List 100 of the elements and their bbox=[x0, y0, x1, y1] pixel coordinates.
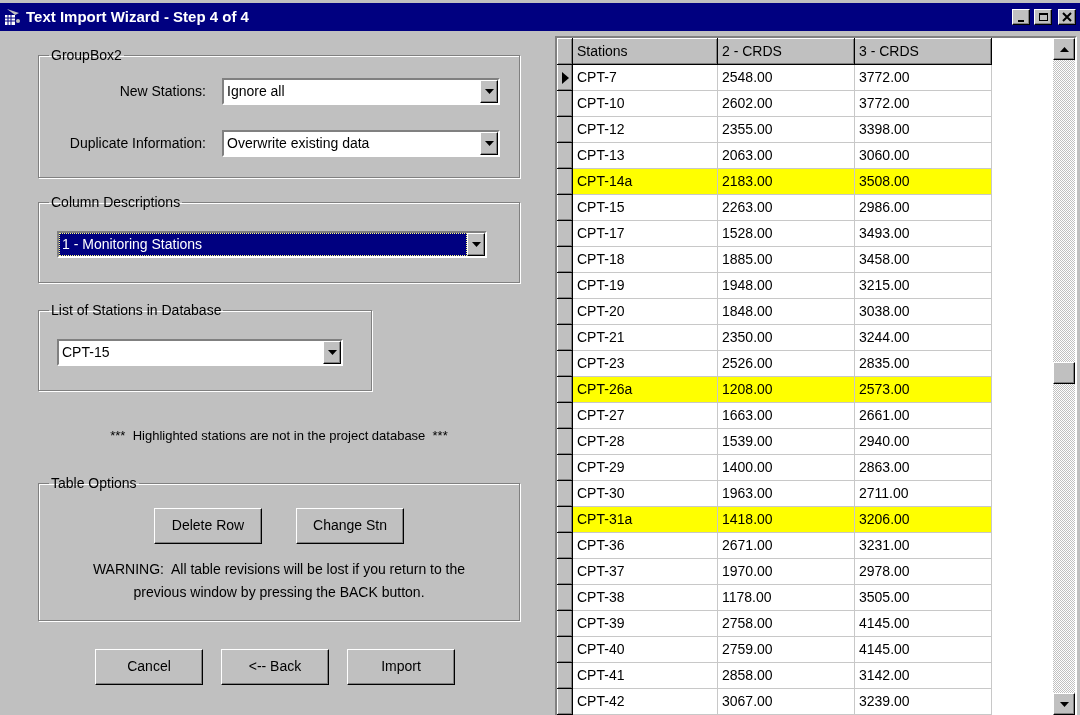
table-cell: 2711.00 bbox=[854, 480, 992, 507]
row-selector[interactable] bbox=[557, 194, 573, 221]
table-cell: 2063.00 bbox=[717, 142, 855, 169]
row-selector[interactable] bbox=[557, 350, 573, 377]
group-title: Column Descriptions bbox=[50, 193, 182, 212]
table-cell: CPT-10 bbox=[572, 90, 718, 117]
row-selector[interactable] bbox=[557, 142, 573, 169]
minimize-icon bbox=[1018, 19, 1024, 22]
field-label: New Stations: bbox=[118, 82, 207, 101]
table-cell: CPT-21 bbox=[572, 324, 718, 351]
table-cell: 4145.00 bbox=[854, 610, 992, 637]
table-cell: CPT-42 bbox=[572, 688, 718, 715]
row-selector[interactable] bbox=[557, 610, 573, 637]
table-cell: 1178.00 bbox=[717, 584, 855, 611]
table-cell: CPT-7 bbox=[572, 64, 718, 91]
table-cell: 2759.00 bbox=[717, 636, 855, 663]
table-cell: 1418.00 bbox=[717, 506, 855, 533]
row-selector[interactable] bbox=[557, 584, 573, 611]
field-label: Duplicate Information: bbox=[68, 134, 207, 153]
row-selector[interactable] bbox=[557, 272, 573, 299]
dropdown[interactable]: Overwrite existing data bbox=[222, 130, 500, 157]
table-cell: CPT-31a bbox=[572, 506, 718, 533]
row-selector[interactable] bbox=[557, 636, 573, 663]
table-cell: 2548.00 bbox=[717, 64, 855, 91]
table-cell: 3142.00 bbox=[854, 662, 992, 689]
wizard-button[interactable]: Cancel bbox=[95, 648, 203, 685]
table-option-button[interactable]: Change Stn bbox=[296, 507, 404, 544]
dropdown[interactable]: Ignore all bbox=[222, 78, 500, 105]
table-cell: 4145.00 bbox=[854, 636, 992, 663]
row-selector[interactable] bbox=[557, 480, 573, 507]
row-selector[interactable] bbox=[557, 402, 573, 429]
table-cell: 2573.00 bbox=[854, 376, 992, 403]
column-header[interactable]: 3 - CRDS bbox=[854, 38, 992, 65]
row-selector[interactable] bbox=[557, 324, 573, 351]
table-cell: 2986.00 bbox=[854, 194, 992, 221]
table-cell: 3493.00 bbox=[854, 220, 992, 247]
table-cell: CPT-12 bbox=[572, 116, 718, 143]
row-selector[interactable] bbox=[557, 168, 573, 195]
table-cell: CPT-20 bbox=[572, 298, 718, 325]
row-selector[interactable] bbox=[557, 428, 573, 455]
column-header[interactable]: Stations bbox=[572, 38, 718, 65]
table-cell: 2835.00 bbox=[854, 350, 992, 377]
table-cell: 2758.00 bbox=[717, 610, 855, 637]
table-cell: 3508.00 bbox=[854, 168, 992, 195]
down-arrow-icon bbox=[1059, 701, 1069, 707]
table-cell: 3239.00 bbox=[854, 688, 992, 715]
table-cell: CPT-15 bbox=[572, 194, 718, 221]
row-selector[interactable] bbox=[557, 558, 573, 585]
table-cell: 1539.00 bbox=[717, 428, 855, 455]
table-cell: CPT-39 bbox=[572, 610, 718, 637]
dropdown[interactable]: CPT-15 bbox=[57, 339, 343, 366]
minimize-button[interactable] bbox=[1012, 9, 1030, 25]
table-cell: 2863.00 bbox=[854, 454, 992, 481]
scroll-up-button[interactable] bbox=[1053, 38, 1075, 60]
table-cell: 3772.00 bbox=[854, 90, 992, 117]
table-cell: CPT-29 bbox=[572, 454, 718, 481]
maximize-button[interactable] bbox=[1034, 9, 1052, 25]
wizard-button[interactable]: Import bbox=[347, 648, 455, 685]
table-cell: CPT-30 bbox=[572, 480, 718, 507]
table-cell: 3231.00 bbox=[854, 532, 992, 559]
table-cell: 3206.00 bbox=[854, 506, 992, 533]
table-cell: CPT-18 bbox=[572, 246, 718, 273]
row-selector[interactable] bbox=[557, 246, 573, 273]
table-cell: 1208.00 bbox=[717, 376, 855, 403]
table-cell: 2355.00 bbox=[717, 116, 855, 143]
scroll-thumb[interactable] bbox=[1053, 362, 1075, 384]
scroll-down-button[interactable] bbox=[1053, 693, 1075, 715]
wizard-button[interactable]: <-- Back bbox=[221, 648, 329, 685]
row-selector[interactable] bbox=[557, 64, 573, 91]
warning-text: WARNING: All table revisions will be lost if you return to the previous window by pressing the BACK button. bbox=[92, 559, 466, 602]
table-cell: 2602.00 bbox=[717, 90, 855, 117]
scrollbar[interactable] bbox=[1053, 38, 1075, 715]
row-selector[interactable] bbox=[557, 688, 573, 715]
table-cell: CPT-37 bbox=[572, 558, 718, 585]
maximize-icon bbox=[1038, 12, 1048, 22]
row-selector[interactable] bbox=[557, 662, 573, 689]
group-title: List of Stations in Database bbox=[50, 301, 223, 320]
column-header[interactable]: 2 - CRDS bbox=[717, 38, 855, 65]
row-selector[interactable] bbox=[557, 506, 573, 533]
table-cell: 3398.00 bbox=[854, 116, 992, 143]
up-arrow-icon bbox=[1059, 46, 1069, 52]
table-cell: 3772.00 bbox=[854, 64, 992, 91]
table-option-button[interactable]: Delete Row bbox=[154, 507, 262, 544]
row-selector[interactable] bbox=[557, 454, 573, 481]
row-selector[interactable] bbox=[557, 298, 573, 325]
table-cell: 2263.00 bbox=[717, 194, 855, 221]
window-title: Text Import Wizard - Step 4 of 4 bbox=[26, 6, 250, 27]
table-cell: 3244.00 bbox=[854, 324, 992, 351]
dropdown[interactable]: 1 - Monitoring Stations bbox=[57, 231, 487, 258]
row-selector[interactable] bbox=[557, 532, 573, 559]
row-selector[interactable] bbox=[557, 376, 573, 403]
table-cell: 1848.00 bbox=[717, 298, 855, 325]
table-cell: 2350.00 bbox=[717, 324, 855, 351]
table-cell: CPT-40 bbox=[572, 636, 718, 663]
row-selector[interactable] bbox=[557, 116, 573, 143]
table-cell: 1663.00 bbox=[717, 402, 855, 429]
close-button[interactable] bbox=[1058, 9, 1076, 25]
row-selector[interactable] bbox=[557, 90, 573, 117]
row-selector[interactable] bbox=[557, 220, 573, 247]
table-cell: CPT-19 bbox=[572, 272, 718, 299]
